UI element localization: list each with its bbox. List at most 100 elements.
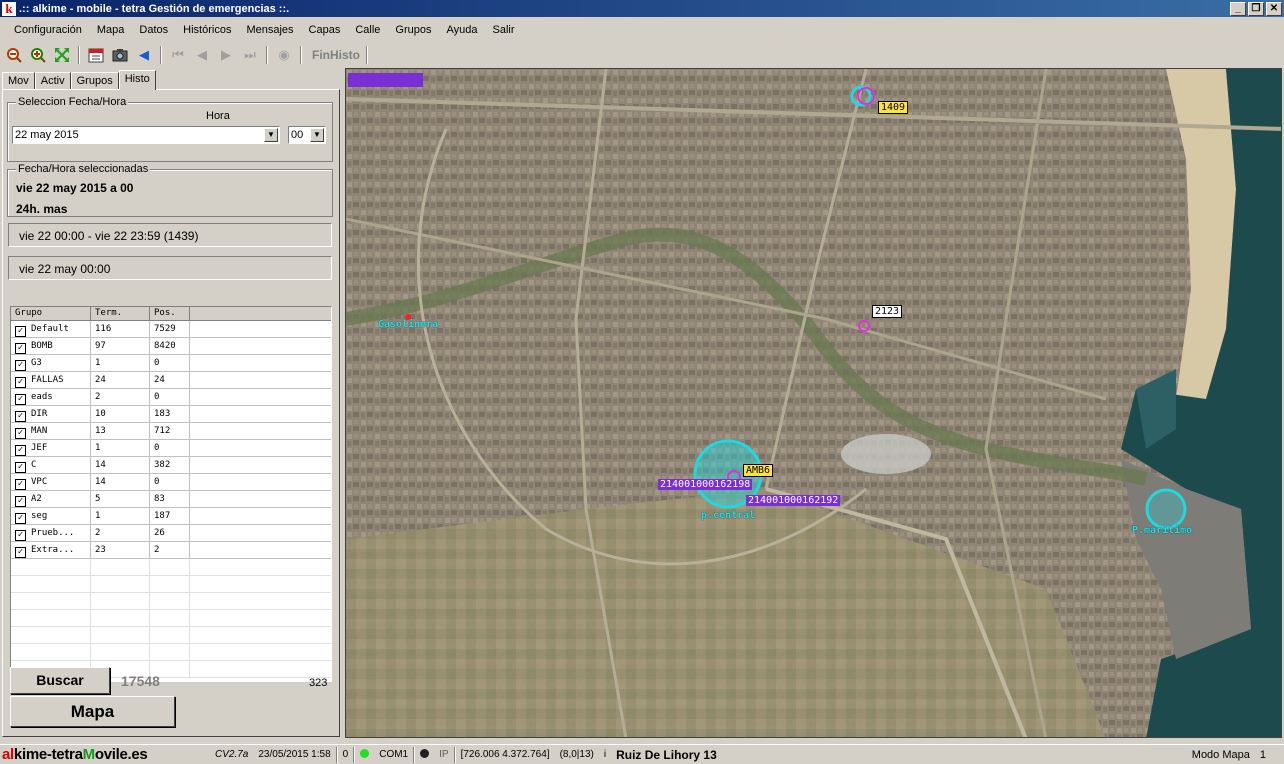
camera-icon[interactable] <box>110 45 130 65</box>
hora-label: Hora <box>206 110 230 122</box>
table-row[interactable]: ✓ A2 5 83 <box>11 490 331 508</box>
checkbox-checked-icon[interactable]: ✓ <box>15 512 26 524</box>
term-cell: 97 <box>91 337 150 355</box>
label-pcentral[interactable]: p.central <box>701 510 755 521</box>
table-row[interactable]: ✓ JEF 1 0 <box>11 439 331 457</box>
table-row[interactable]: ✓ seg 1 187 <box>11 507 331 525</box>
checkbox-checked-icon[interactable]: ✓ <box>15 546 26 558</box>
next-frame-icon[interactable]: ▶ <box>216 45 236 65</box>
table-row[interactable]: ✓ eads 2 0 <box>11 388 331 406</box>
menu-salir[interactable]: Salir <box>486 24 523 36</box>
menu-mensajes[interactable]: Mensajes <box>240 24 302 36</box>
table-row[interactable]: ✓ Default 116 7529 <box>11 320 331 338</box>
mode-number: 1 <box>1259 748 1266 761</box>
mapa-button[interactable]: Mapa <box>10 696 175 727</box>
menu-ayuda[interactable]: Ayuda <box>440 24 486 36</box>
chevron-down-icon[interactable]: ▼ <box>310 128 324 142</box>
term-cell: 116 <box>91 320 150 338</box>
menu-datos[interactable]: Datos <box>133 24 177 36</box>
table-row[interactable]: ✓ MAN 13 712 <box>11 422 331 440</box>
checkbox-checked-icon[interactable]: ✓ <box>15 359 26 371</box>
checkbox-checked-icon[interactable]: ✓ <box>15 495 26 507</box>
label-2123[interactable]: 2123 <box>872 305 903 318</box>
hour-select[interactable]: 00 ▼ <box>288 126 326 144</box>
fit-extent-icon[interactable] <box>52 45 72 65</box>
col-term[interactable]: Term. <box>91 307 150 320</box>
back-arrow-icon[interactable]: ◀ <box>134 45 154 65</box>
checkbox-checked-icon[interactable]: ✓ <box>15 427 26 439</box>
chevron-down-icon[interactable]: ▼ <box>264 128 278 142</box>
menu-grupos[interactable]: Grupos <box>389 24 440 36</box>
date-select[interactable]: 22 may 2015 ▼ <box>12 126 280 144</box>
label-1409[interactable]: 1409 <box>878 101 909 114</box>
checkbox-checked-icon[interactable]: ✓ <box>15 529 26 541</box>
checkbox-checked-icon[interactable]: ✓ <box>15 444 26 456</box>
empty-row <box>11 593 331 610</box>
pos-cell: 24 <box>150 371 190 389</box>
group-cell: ✓ Prueb... <box>11 524 91 542</box>
map-view[interactable]: 1409 2123 AMB6 214001000162198 214001000… <box>345 68 1282 738</box>
label-pmaritimo[interactable]: P.maritimo <box>1132 525 1192 536</box>
menu-historicos[interactable]: Históricos <box>177 24 240 36</box>
selected-line-2: 24h. mas <box>16 202 68 216</box>
checkbox-checked-icon[interactable]: ✓ <box>15 410 26 422</box>
close-icon[interactable]: ✕ <box>1266 1 1282 16</box>
menu-calle[interactable]: Calle <box>349 24 389 36</box>
buscar-button[interactable]: Buscar <box>10 667 110 694</box>
table-row[interactable]: ✓ DIR 10 183 <box>11 405 331 423</box>
label-gasolinera[interactable]: Gasolinera <box>378 319 438 330</box>
checkbox-checked-icon[interactable]: ✓ <box>15 325 26 337</box>
tab-histo[interactable]: Histo <box>118 70 156 90</box>
pos-cell: 2 <box>150 541 190 559</box>
col-pos[interactable]: Pos. <box>150 307 190 320</box>
group-cell: ✓ C <box>11 456 91 474</box>
label-id-192[interactable]: 214001000162192 <box>746 495 841 506</box>
zero-text: 0 <box>342 749 349 760</box>
calendar-icon[interactable] <box>86 45 106 65</box>
group-name: DIR <box>31 408 48 419</box>
hour-value: 00 <box>291 129 304 141</box>
tab-grupos[interactable]: Grupos <box>70 72 119 90</box>
last-frame-icon[interactable]: ⏭ <box>240 45 260 65</box>
city-of-arts <box>841 434 931 474</box>
col-grupo[interactable]: Grupo <box>11 307 91 320</box>
checkbox-checked-icon[interactable]: ✓ <box>15 376 26 388</box>
table-row[interactable]: ✓ G3 1 0 <box>11 354 331 372</box>
menu-capas[interactable]: Capas <box>303 24 350 36</box>
table-row[interactable]: ✓ C 14 382 <box>11 456 331 474</box>
table-row[interactable]: ✓ Prueb... 2 26 <box>11 524 331 542</box>
tab-activ[interactable]: Activ <box>34 72 71 90</box>
finhisto-button[interactable]: FinHisto <box>312 48 360 62</box>
menu-configuracion[interactable]: Configuración <box>8 24 91 36</box>
com-led-icon <box>360 749 370 758</box>
table-row[interactable]: ✓ Extra... 23 2 <box>11 541 331 559</box>
marker-pmaritimo[interactable] <box>1145 488 1187 530</box>
menu-mapa[interactable]: Mapa <box>91 24 134 36</box>
app-logo-icon: k <box>2 1 16 16</box>
checkbox-checked-icon[interactable]: ✓ <box>15 393 26 405</box>
checkbox-checked-icon[interactable]: ✓ <box>15 342 26 354</box>
satellite-map <box>346 69 1281 737</box>
stop-icon[interactable]: ◉ <box>274 45 294 65</box>
group-name: eads <box>31 391 53 402</box>
zoom-out-icon[interactable] <box>4 45 24 65</box>
checkbox-checked-icon[interactable]: ✓ <box>15 461 26 473</box>
label-amb6[interactable]: AMB6 <box>743 464 774 477</box>
group-name: VPC <box>31 476 48 487</box>
restore-icon[interactable]: ❐ <box>1248 1 1264 16</box>
group-cell: ✓ DIR <box>11 405 91 423</box>
table-row[interactable]: ✓ BOMB 97 8420 <box>11 337 331 355</box>
ip-led-icon <box>420 749 430 758</box>
info-icon: i <box>603 749 607 760</box>
group-cell: ✓ G3 <box>11 354 91 372</box>
tab-mov[interactable]: Mov <box>2 72 35 90</box>
checkbox-checked-icon[interactable]: ✓ <box>15 478 26 490</box>
empty-row <box>11 559 331 576</box>
table-row[interactable]: ✓ FALLAS 24 24 <box>11 371 331 389</box>
minimize-icon[interactable]: _ <box>1230 1 1246 16</box>
zoom-in-icon[interactable] <box>28 45 48 65</box>
table-row[interactable]: ✓ VPC 14 0 <box>11 473 331 491</box>
label-id-198[interactable]: 214001000162198 <box>658 479 753 490</box>
first-frame-icon[interactable]: ⏮ <box>168 45 188 65</box>
prev-frame-icon[interactable]: ◀ <box>192 45 212 65</box>
